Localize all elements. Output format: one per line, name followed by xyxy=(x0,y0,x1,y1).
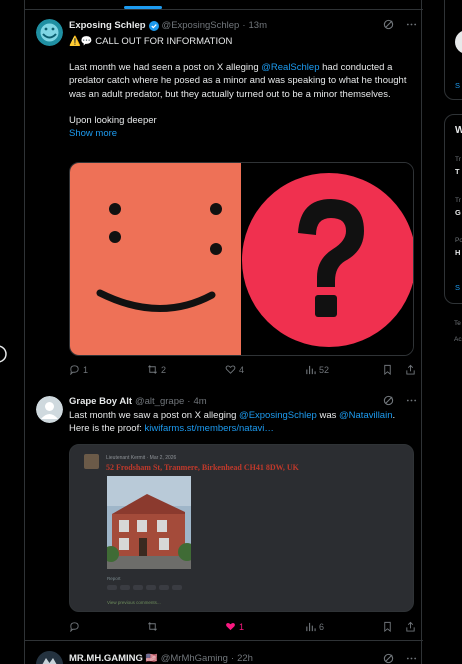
author-handle[interactable]: @ExposingSchlep xyxy=(162,20,240,31)
post-mr-mh-gaming[interactable]: MR.MH.GAMING 🇺🇸 @MrMhGaming · 22h xyxy=(25,641,423,664)
show-more-link[interactable]: S xyxy=(455,283,460,292)
post-time[interactable]: 4m xyxy=(193,396,206,407)
share-button[interactable] xyxy=(405,364,416,375)
repost-count: 2 xyxy=(161,364,167,375)
mention-link[interactable]: @ExposingSchlep xyxy=(239,410,317,421)
embed-header: Lieutenant Kermit · Mar 2, 2026 52 Frods… xyxy=(84,454,404,474)
trends-card: W Tr T Tr G Po H S xyxy=(444,114,462,304)
mention-link[interactable]: @RealSchlep xyxy=(261,62,319,73)
timeline-column: Exposing Schlep @ExposingSchlep · 13m ⚠️… xyxy=(24,0,423,664)
trend-title[interactable]: H xyxy=(455,248,460,257)
footer-link-accessibility[interactable]: Ac xyxy=(454,336,462,343)
right-sidebar: S W Tr T Tr G Po H S Te Ac xyxy=(444,0,462,664)
share-icon xyxy=(406,621,415,632)
heart-icon xyxy=(225,365,236,374)
trend-category: Po xyxy=(455,237,462,244)
post-time[interactable]: 13m xyxy=(249,20,267,31)
bookmark-button[interactable] xyxy=(382,621,393,632)
author-name[interactable]: Exposing Schlep xyxy=(69,20,146,31)
reply-count: 1 xyxy=(83,364,89,375)
avatar[interactable] xyxy=(36,19,63,46)
user-avatar-partial[interactable] xyxy=(455,27,462,57)
mention-link-2[interactable]: @Natavillain xyxy=(339,410,392,421)
post-actions: 1 2 4 52 xyxy=(69,364,415,378)
like-count: 1 xyxy=(239,621,245,632)
post-time[interactable]: 22h xyxy=(237,653,253,664)
share-icon xyxy=(406,364,415,375)
grok-icon[interactable] xyxy=(383,395,394,406)
repost-icon xyxy=(148,365,157,374)
avatar[interactable] xyxy=(36,396,63,423)
embed-footer: View previous comments... xyxy=(107,600,161,605)
avatar[interactable] xyxy=(36,651,63,664)
like-button[interactable]: 4 xyxy=(225,364,244,375)
post-text: ⚠️💬 CALL OUT FOR INFORMATION Last month … xyxy=(69,35,409,140)
embed-address: 52 Frodsham St, Tranmere, Birkenhead CH4… xyxy=(106,463,299,472)
reply-icon xyxy=(70,622,79,632)
author-handle[interactable]: @alt_grape xyxy=(135,396,184,407)
grok-icon[interactable] xyxy=(383,653,394,664)
post-image-screenshot[interactable]: Lieutenant Kermit · Mar 2, 2026 52 Frods… xyxy=(69,444,414,612)
share-button[interactable] xyxy=(405,621,416,632)
trend-category: Tr xyxy=(455,156,461,163)
post-image[interactable] xyxy=(69,162,414,356)
embed-reactions xyxy=(107,585,182,590)
sidebar-card-top: S xyxy=(444,0,462,100)
verified-badge-icon xyxy=(148,20,159,31)
post-actions: 1 6 xyxy=(69,621,415,635)
flag-icon: 🇺🇸 xyxy=(145,653,158,664)
analytics-icon xyxy=(306,622,316,632)
reply-button[interactable] xyxy=(69,621,80,632)
like-button[interactable]: 1 xyxy=(225,621,244,632)
more-options-icon[interactable] xyxy=(406,395,417,406)
post-text: Last month we saw a post on X alleging @… xyxy=(69,410,396,435)
post-paragraph-2: Upon looking deeper xyxy=(69,114,157,126)
repost-button[interactable]: 2 xyxy=(147,364,166,375)
author-name[interactable]: MR.MH.GAMING xyxy=(69,653,143,664)
smiley-question-image xyxy=(70,163,413,355)
post-exposing-schlep[interactable]: Exposing Schlep @ExposingSchlep · 13m ⚠️… xyxy=(25,10,423,386)
post-grape-boy-alt[interactable]: Grape Boy Alt @alt_grape · 4m Last month… xyxy=(25,386,423,640)
embed-username: Lieutenant Kermit xyxy=(106,455,146,461)
embed-date: Mar 2, 2026 xyxy=(149,455,177,461)
avatar-image xyxy=(36,651,63,664)
heart-filled-icon xyxy=(226,622,235,631)
default-avatar-image xyxy=(36,396,63,423)
embed-report-label: Report xyxy=(107,576,121,581)
trend-title[interactable]: G xyxy=(455,208,461,217)
avatar-image xyxy=(36,19,63,46)
more-options-icon[interactable] xyxy=(406,653,417,664)
grok-icon[interactable] xyxy=(383,19,394,30)
bookmark-button[interactable] xyxy=(382,364,393,375)
like-count: 4 xyxy=(239,364,245,375)
bookmark-icon xyxy=(384,364,391,375)
show-more-link[interactable]: Show more xyxy=(69,127,409,140)
trend-title[interactable]: T xyxy=(455,167,460,176)
repost-button[interactable] xyxy=(147,621,158,632)
author-handle[interactable]: @MrMhGaming xyxy=(161,653,228,664)
house-photo xyxy=(107,476,191,569)
view-count: 52 xyxy=(319,364,330,375)
trend-category: Tr xyxy=(455,197,461,204)
analytics-icon xyxy=(306,365,316,375)
left-edge-button[interactable] xyxy=(0,342,10,366)
author-name[interactable]: Grape Boy Alt xyxy=(69,396,132,407)
view-count: 6 xyxy=(319,621,325,632)
views-button[interactable]: 6 xyxy=(305,621,324,632)
footer-link-terms[interactable]: Te xyxy=(454,320,461,327)
embed-avatar xyxy=(84,454,99,469)
bookmark-icon xyxy=(384,621,391,632)
reply-icon xyxy=(70,365,79,375)
repost-icon xyxy=(148,622,157,631)
callout-line: ⚠️💬 CALL OUT FOR INFORMATION xyxy=(69,36,233,47)
more-options-icon[interactable] xyxy=(406,19,417,30)
url-link[interactable]: kiwifarms.st/members/natavi… xyxy=(145,423,274,434)
show-more-link[interactable]: S xyxy=(455,81,460,90)
views-button[interactable]: 52 xyxy=(305,364,329,375)
reply-button[interactable]: 1 xyxy=(69,364,88,375)
trends-heading: W xyxy=(455,125,462,136)
post-paragraph: Last month we had seen a post on X alleg… xyxy=(69,62,407,100)
